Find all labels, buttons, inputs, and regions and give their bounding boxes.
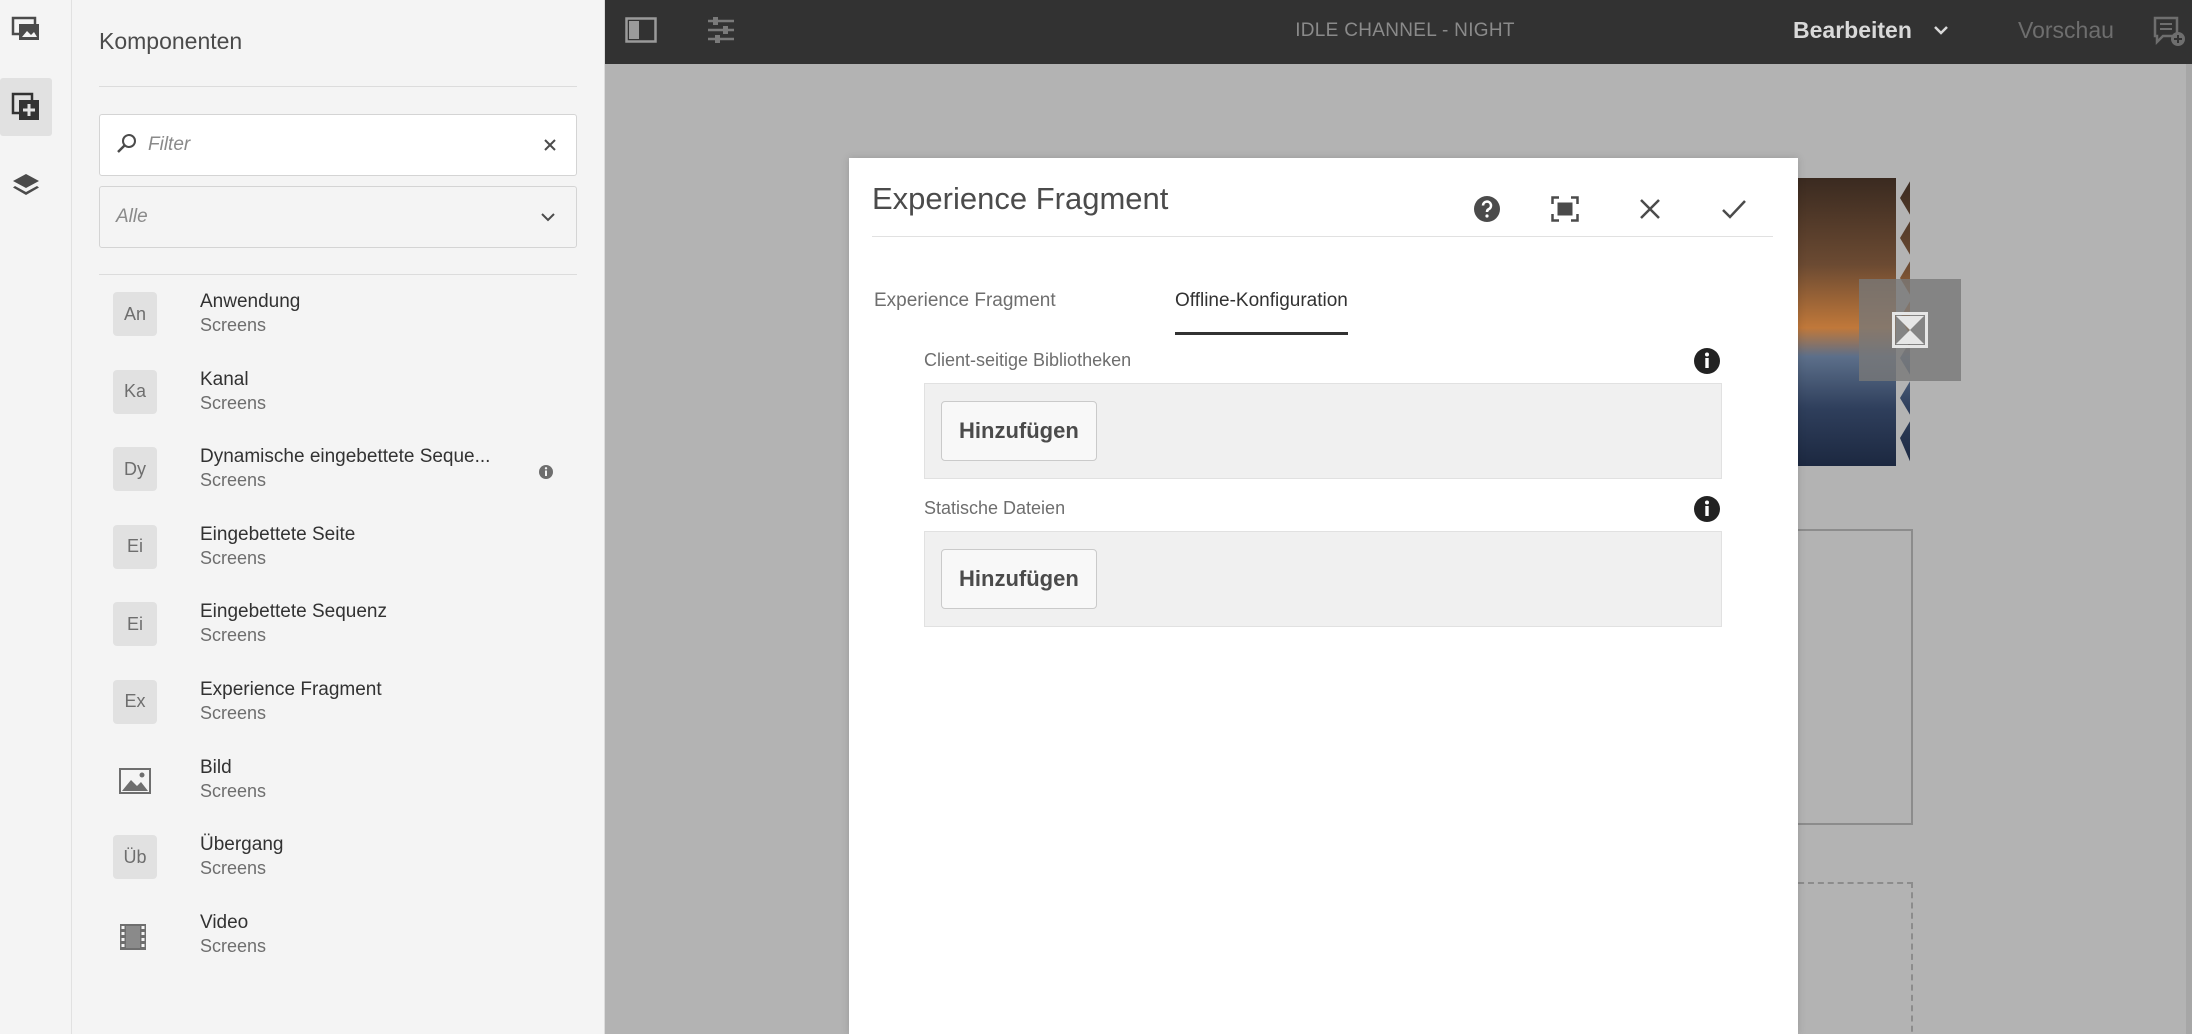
static-files-multifield: Hinzufügen (924, 531, 1722, 627)
component-badge: Ei (113, 524, 157, 569)
close-icon (1640, 199, 1660, 219)
client-libraries-label: Client-seitige Bibliotheken (924, 350, 1132, 370)
placeholder-image-icon (1892, 312, 1928, 348)
component-placeholder[interactable] (1859, 279, 1961, 381)
component-badge: Ei (113, 602, 157, 647)
close-button[interactable] (1625, 184, 1675, 234)
preview-button[interactable]: Vorschau (2018, 17, 2114, 44)
info-icon[interactable] (1693, 347, 1721, 375)
component-item-eingebettete-sequenz[interactable]: Ei Eingebettete Sequenz Screens (99, 588, 577, 666)
component-item-video[interactable]: Video Screens (99, 899, 577, 977)
checkmark-icon (1722, 200, 1746, 219)
tab-experience-fragment[interactable]: Experience Fragment (874, 290, 1056, 335)
component-group: Screens (200, 935, 267, 956)
component-name: Übergang (200, 834, 284, 856)
help-button[interactable] (1462, 184, 1512, 234)
component-badge: An (113, 292, 157, 336)
clear-icon[interactable] (542, 137, 558, 153)
component-name: Video (200, 911, 249, 933)
component-item-experience-fragment[interactable]: Ex Experience Fragment Screens (99, 666, 577, 744)
assets-rail-button[interactable] (0, 0, 52, 58)
components-panel: Komponenten Alle An Anwendung Screens Ka… (72, 0, 605, 1034)
client-libraries-multifield: Hinzufügen (924, 383, 1722, 479)
divider (99, 86, 577, 87)
annotate-icon[interactable] (2153, 16, 2187, 48)
component-item-kanal[interactable]: Ka Kanal Screens (99, 356, 577, 434)
component-name: Eingebettete Sequenz (200, 601, 387, 623)
component-name: Kanal (200, 368, 249, 390)
components-rail-button[interactable] (0, 78, 52, 136)
component-item-dynamische-sequenz[interactable]: Dy Dynamische eingebettete Seque... Scre… (99, 433, 577, 511)
left-rail (0, 0, 72, 1034)
divider (872, 236, 1773, 237)
component-badge: Ka (113, 369, 157, 414)
component-name: Anwendung (200, 291, 301, 312)
component-group: Screens (200, 702, 267, 723)
add-static-file-button[interactable]: Hinzufügen (941, 549, 1097, 609)
component-group: Screens (200, 392, 267, 413)
component-group: Screens (200, 470, 267, 491)
experience-fragment-dialog: Experience Fragment Experience Fragment … (849, 158, 1798, 1034)
chevron-down-icon[interactable] (1933, 24, 1949, 36)
mode-selector[interactable]: Bearbeiten (1793, 17, 1912, 44)
tab-offline-konfiguration[interactable]: Offline-Konfiguration (1175, 290, 1348, 335)
component-group: Screens (200, 625, 267, 646)
component-badge: Ex (113, 679, 157, 724)
add-client-library-button[interactable]: Hinzufügen (941, 401, 1097, 461)
divider (99, 274, 577, 275)
component-group: Screens (200, 315, 267, 335)
content-tree-rail-button[interactable] (0, 157, 52, 215)
page-title: IDLE CHANNEL - NIGHT (1295, 20, 1515, 41)
static-files-label: Statische Dateien (924, 498, 1066, 518)
component-name: Experience Fragment (200, 678, 382, 700)
component-group: Screens (200, 780, 267, 801)
component-name: Dynamische eingebettete Seque... (200, 446, 491, 468)
help-icon (1474, 196, 1500, 222)
component-name: Bild (200, 756, 232, 778)
group-select[interactable]: Alle (99, 186, 577, 248)
assets-icon (11, 16, 39, 40)
component-item-uebergang[interactable]: Üb Übergang Screens (99, 821, 577, 899)
filter-input[interactable] (148, 115, 528, 175)
component-badge: Dy (113, 447, 157, 492)
component-name: Eingebettete Seite (200, 523, 356, 545)
dialog-title: Experience Fragment (872, 181, 1169, 216)
filter-field[interactable] (99, 114, 577, 176)
info-icon[interactable] (1693, 495, 1721, 523)
component-item-eingebettete-seite[interactable]: Ei Eingebettete Seite Screens (99, 511, 577, 589)
component-list: An Anwendung Screens Ka Kanal Screens Dy… (99, 278, 577, 976)
component-group: Screens (200, 858, 267, 879)
component-item-bild[interactable]: Bild Screens (99, 744, 577, 822)
done-button[interactable] (1709, 184, 1759, 234)
canvas-scrollbar[interactable] (2186, 64, 2192, 1034)
component-group: Screens (200, 547, 267, 568)
group-select-value: Alle (116, 206, 148, 227)
fullscreen-icon (1551, 196, 1579, 222)
components-icon (11, 92, 39, 120)
info-icon[interactable] (538, 464, 554, 480)
panel-title: Komponenten (99, 28, 243, 54)
chevron-down-icon (541, 213, 555, 222)
fullscreen-button[interactable] (1540, 184, 1590, 234)
component-item-anwendung[interactable]: An Anwendung Screens (99, 278, 577, 356)
layers-icon (13, 174, 39, 195)
editor-toolbar: IDLE CHANNEL - NIGHT Bearbeiten Vorschau (605, 0, 2192, 64)
component-badge: Üb (113, 835, 157, 880)
image-icon (119, 767, 151, 794)
video-icon (120, 923, 146, 950)
search-icon (117, 134, 136, 153)
